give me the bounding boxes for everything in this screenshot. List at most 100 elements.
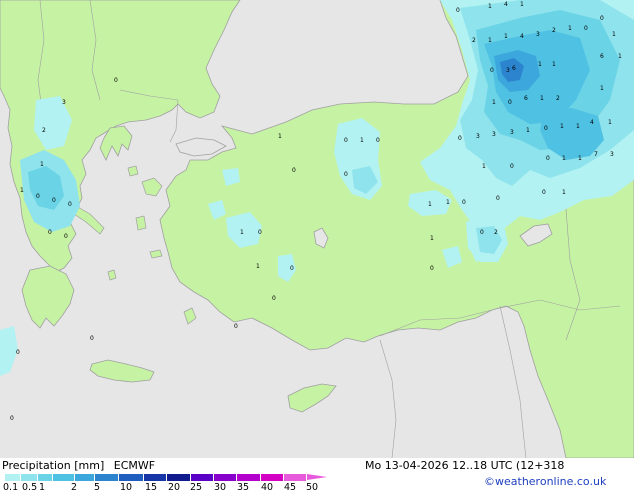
legend-swatch bbox=[144, 474, 167, 481]
legend-tick-label: 5 bbox=[94, 482, 101, 493]
precip-value-label: 1 bbox=[526, 127, 530, 134]
title-text: Precipitation [mm] bbox=[2, 459, 105, 472]
precip-value-label: 6 bbox=[600, 53, 604, 60]
precip-value-label: 0 bbox=[48, 229, 52, 236]
precip-value-label: 0 bbox=[36, 193, 40, 200]
precip-value-label: 1 bbox=[20, 187, 24, 194]
precip-value-label: 0 bbox=[52, 197, 56, 204]
legend-swatch bbox=[21, 474, 38, 481]
legend-tick-label: 10 bbox=[120, 482, 133, 493]
legend-arrow bbox=[307, 474, 327, 480]
precip-value-label: 0 bbox=[64, 233, 68, 240]
precip-value-label: 1 bbox=[540, 95, 544, 102]
model-name: ECMWF bbox=[113, 459, 156, 472]
precip-value-label: 6 bbox=[524, 95, 528, 102]
precip-value-label: 0 bbox=[542, 189, 546, 196]
precip-value-label: 1 bbox=[600, 85, 604, 92]
precip-value-label: 0 bbox=[68, 201, 72, 208]
legend-swatch bbox=[167, 474, 191, 481]
precip-value-label: 1 bbox=[504, 33, 508, 40]
precip-value-label: 0 bbox=[344, 137, 348, 144]
precip-value-label: 1 bbox=[520, 1, 524, 8]
legend-tick-label: 25 bbox=[190, 482, 203, 493]
precip-value-label: 1 bbox=[612, 31, 616, 38]
precip-value-label: 0 bbox=[510, 163, 514, 170]
land-limnos bbox=[127, 165, 139, 177]
precip-value-label: 3 bbox=[536, 31, 540, 38]
precip-value-label: 0 bbox=[376, 137, 380, 144]
precip-value-label: 6 bbox=[512, 65, 516, 72]
precip-value-label: 0 bbox=[258, 229, 262, 236]
precip-value-label: 2 bbox=[472, 37, 476, 44]
precip-value-label: 0 bbox=[458, 135, 462, 142]
precip-value-label: 3 bbox=[510, 129, 514, 136]
legend-swatch bbox=[261, 474, 284, 481]
precip-value-label: 0 bbox=[508, 99, 512, 106]
precip-value-label: 3 bbox=[506, 67, 510, 74]
precip-value-label: 0 bbox=[490, 67, 494, 74]
precip-value-label: 0 bbox=[480, 229, 484, 236]
precip-value-label: 0 bbox=[114, 77, 118, 84]
precip-value-label: 1 bbox=[256, 263, 260, 270]
legend-tick-label: 2 bbox=[71, 482, 78, 493]
precip-value-label: 1 bbox=[552, 61, 556, 68]
precip-value-label: 0 bbox=[544, 125, 548, 132]
precip-value-label: 0 bbox=[546, 155, 550, 162]
precip-value-label: 1 bbox=[428, 201, 432, 208]
precip-value-label: 1 bbox=[278, 133, 282, 140]
precip-value-label: 1 bbox=[488, 37, 492, 44]
precip-value-label: 0 bbox=[16, 349, 20, 356]
legend-tick-label: 0.5 bbox=[22, 482, 38, 493]
legend-tick-label: 15 bbox=[145, 482, 158, 493]
precip-value-label: 4 bbox=[504, 1, 508, 8]
precip-value-label: 3 bbox=[492, 131, 496, 138]
precip-value-label: 1 bbox=[562, 155, 566, 162]
precip-value-label: 1 bbox=[562, 189, 566, 196]
precip-value-label: 7 bbox=[594, 151, 598, 158]
precip-value-label: 2 bbox=[556, 95, 560, 102]
precip-value-label: 4 bbox=[520, 33, 524, 40]
legend-swatch bbox=[191, 474, 214, 481]
precip-value-label: 3 bbox=[62, 99, 66, 106]
precip-value-label: 1 bbox=[568, 25, 572, 32]
legend-swatch bbox=[237, 474, 261, 481]
precip-value-label: 1 bbox=[492, 99, 496, 106]
precip-value-label: 1 bbox=[446, 199, 450, 206]
precip-value-label: 1 bbox=[488, 3, 492, 10]
valid-datetime: Mo 13-04-2026 12..18 UTC (12+318 bbox=[365, 459, 565, 472]
legend-swatch bbox=[284, 474, 307, 481]
legend-tick-label: 35 bbox=[237, 482, 250, 493]
precip-value-label: 1 bbox=[608, 119, 612, 126]
precip-value-label: 0 bbox=[234, 323, 238, 330]
precip-value-label: 1 bbox=[618, 53, 622, 60]
credit-link[interactable]: ©weatheronline.co.uk bbox=[484, 475, 606, 488]
precip-value-label: 2 bbox=[552, 27, 556, 34]
precip-value-label: 0 bbox=[10, 415, 14, 422]
precip-value-label: 1 bbox=[40, 161, 44, 168]
legend-swatch bbox=[214, 474, 237, 481]
legend-color-bar bbox=[5, 474, 327, 481]
legend-swatch bbox=[5, 474, 21, 481]
precip-value-label: 1 bbox=[482, 163, 486, 170]
land-chios bbox=[135, 215, 147, 231]
legend-swatch bbox=[95, 474, 119, 481]
precip-value-label: 1 bbox=[578, 155, 582, 162]
precip-value-label: 0 bbox=[462, 199, 466, 206]
legend-swatch bbox=[38, 474, 53, 481]
legend-swatch bbox=[75, 474, 95, 481]
precip-value-label: 0 bbox=[600, 15, 604, 22]
legend-swatch bbox=[53, 474, 75, 481]
precip-value-label: 1 bbox=[560, 123, 564, 130]
legend-tick-label: 30 bbox=[214, 482, 227, 493]
precip-value-label: 1 bbox=[240, 229, 244, 236]
precip-value-label: 2 bbox=[494, 229, 498, 236]
precip-value-label: 0 bbox=[584, 25, 588, 32]
precip-value-label: 1 bbox=[576, 123, 580, 130]
precip-value-label: 3 bbox=[610, 151, 614, 158]
precip-value-label: 0 bbox=[290, 265, 294, 272]
precip-value-label: 0 bbox=[496, 195, 500, 202]
legend-tick-label: 50 bbox=[306, 482, 319, 493]
precip-value-label: 0 bbox=[456, 7, 460, 14]
precip-value-label: 4 bbox=[590, 119, 594, 126]
precip-value-label: 0 bbox=[90, 335, 94, 342]
